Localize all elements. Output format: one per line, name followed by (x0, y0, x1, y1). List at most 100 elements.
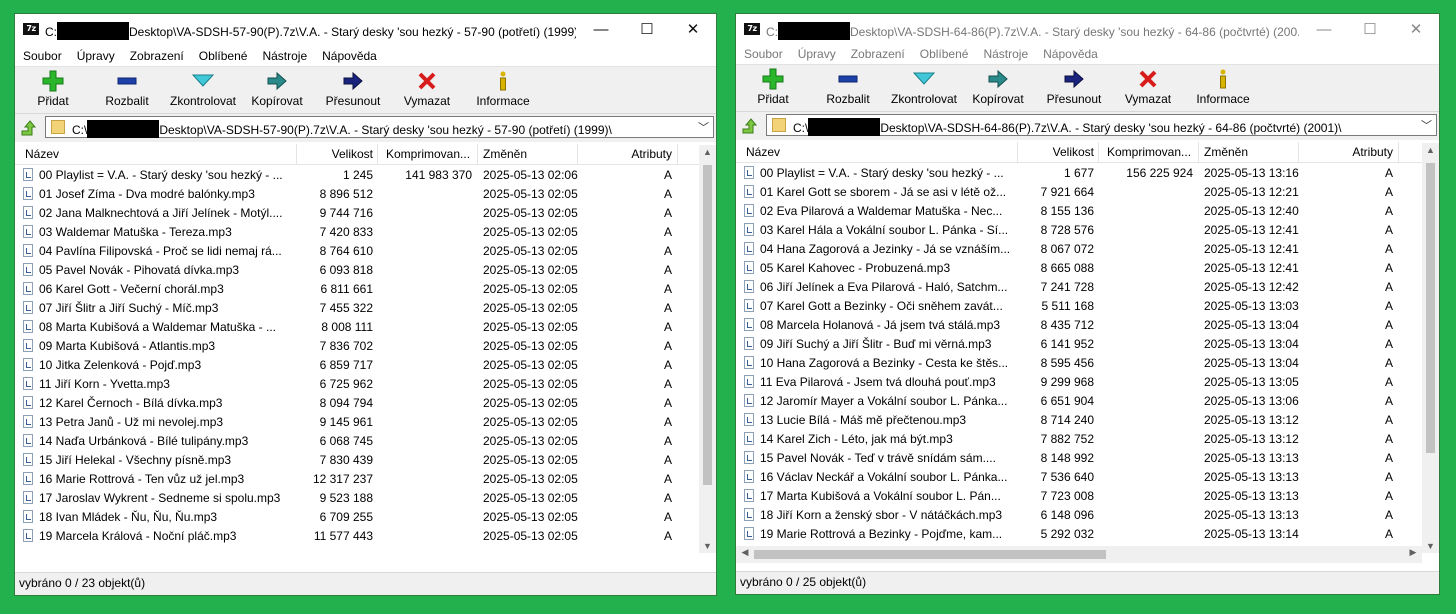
copy-button[interactable]: Kopírovat (958, 67, 1038, 107)
file-row[interactable]: 09 Marta Kubišová - Atlantis.mp3 7 836 70… (15, 337, 699, 356)
file-row[interactable]: 18 Jiří Korn a ženský sbor - V nátáčkách… (736, 506, 1422, 525)
chevron-down-icon[interactable]: ﹀ (1421, 117, 1432, 133)
file-row[interactable]: 12 Karel Černoch - Bílá dívka.mp3 8 094 7… (15, 394, 699, 413)
file-row[interactable]: 10 Hana Zagorová a Bezinky - Cesta ke št… (736, 354, 1422, 373)
scroll-down-icon[interactable]: ▼ (699, 541, 716, 551)
extract-button[interactable]: Rozbalit (87, 69, 167, 109)
file-row[interactable]: 13 Lucie Bílá - Máš mě přečtenou.mp3 8 71… (736, 411, 1422, 430)
minimize-button[interactable]: — (1301, 14, 1347, 44)
copy-button[interactable]: Kopírovat (237, 69, 317, 109)
menu-view[interactable]: Zobrazení (122, 46, 191, 66)
file-row[interactable]: 03 Waldemar Matuška - Tereza.mp3 7 420 83… (15, 223, 699, 242)
file-row[interactable]: 01 Karel Gott se sborem - Já se asi v lé… (736, 183, 1422, 202)
file-row[interactable]: 08 Marcela Holanová - Já jsem tvá stálá.… (736, 316, 1422, 335)
vertical-scrollbar[interactable]: ▲ ▼ (1422, 143, 1439, 553)
close-button[interactable]: ✕ (670, 14, 716, 44)
col-modified[interactable]: Změněn (483, 144, 527, 164)
file-row[interactable]: 01 Josef Zíma - Dva modré balónky.mp3 8 8… (15, 185, 699, 204)
file-row[interactable]: 04 Hana Zagorová a Jezinky - Já se vznáš… (736, 240, 1422, 259)
menu-help[interactable]: Nápověda (314, 46, 384, 66)
info-button[interactable]: Informace (1183, 67, 1263, 107)
add-button[interactable]: Přidat (15, 69, 93, 109)
file-row[interactable]: 04 Pavlína Filipovská - Proč se lidi nem… (15, 242, 699, 261)
col-attributes[interactable]: Atributy (577, 144, 672, 164)
col-packed[interactable]: Komprimovan... (386, 144, 470, 164)
info-button[interactable]: Informace (463, 69, 543, 109)
file-row[interactable]: 14 Karel Zich - Léto, jak má být.mp3 7 88… (736, 430, 1422, 449)
file-row[interactable]: 05 Pavel Novák - Pihovatá dívka.mp3 6 093… (15, 261, 699, 280)
maximize-button[interactable]: ☐ (1347, 14, 1393, 44)
scroll-left-icon[interactable]: ◀ (738, 547, 752, 558)
menu-favorites[interactable]: Oblíbené (912, 44, 976, 64)
maximize-button[interactable]: ☐ (624, 14, 670, 44)
menu-file[interactable]: Soubor (736, 44, 790, 64)
title-bar[interactable]: 7z C: Desktop\VA-SDSH-64-86(P).7z\V.A. - … (736, 14, 1439, 46)
col-name[interactable]: Název (25, 144, 59, 164)
col-packed[interactable]: Komprimovan... (1107, 142, 1191, 162)
move-button[interactable]: Přesunout (313, 69, 393, 109)
file-row[interactable]: 07 Jiří Šlitr a Jiří Suchý - Míč.mp3 7 45… (15, 299, 699, 318)
file-row[interactable]: 18 Ivan Mládek - Ňu, Ňu, Ňu.mp3 6 709 255… (15, 508, 699, 527)
col-size[interactable]: Velikost (1018, 142, 1094, 162)
menu-help[interactable]: Nápověda (1035, 44, 1105, 64)
file-row[interactable]: 09 Jiří Suchý a Jiří Šlitr - Buď mi věrn… (736, 335, 1422, 354)
scroll-thumb[interactable] (754, 550, 1106, 559)
file-row[interactable]: 07 Karel Gott a Bezinky - Oči sněhem zav… (736, 297, 1422, 316)
chevron-down-icon[interactable]: ﹀ (698, 119, 709, 135)
move-button[interactable]: Přesunout (1034, 67, 1114, 107)
folder-up-icon[interactable] (20, 119, 38, 137)
scroll-thumb[interactable] (1426, 163, 1435, 453)
file-row[interactable]: 00 Playlist = V.A. - Starý desky 'sou he… (15, 166, 699, 185)
title-bar[interactable]: 7z C: Desktop\VA-SDSH-57-90(P).7z\V.A. - … (15, 14, 716, 46)
file-row[interactable]: 15 Pavel Novák - Teď v trávě snídám sám.… (736, 449, 1422, 468)
file-row[interactable]: 16 Václav Neckář a Vokální soubor L. Pán… (736, 468, 1422, 487)
test-button[interactable]: Zkontrolovat (884, 67, 964, 107)
path-combobox[interactable]: C:\ Desktop\VA-SDSH-57-90(P).7z\V.A. - St… (45, 116, 714, 138)
menu-edit[interactable]: Úpravy (69, 46, 122, 66)
file-row[interactable]: 15 Jiří Helekal - Všechny písně.mp3 7 830… (15, 451, 699, 470)
col-name[interactable]: Název (746, 142, 780, 162)
file-row[interactable]: 12 Jaromír Mayer a Vokální soubor L. Pán… (736, 392, 1422, 411)
file-row[interactable]: 05 Karel Kahovec - Probuzená.mp3 8 665 08… (736, 259, 1422, 278)
file-row[interactable]: 19 Marcela Králová - Noční pláč.mp3 11 57… (15, 527, 699, 546)
menu-tools[interactable]: Nástroje (254, 46, 314, 66)
path-combobox[interactable]: C:\ Desktop\VA-SDSH-64-86(P).7z\V.A. - St… (766, 114, 1437, 136)
file-row[interactable]: 08 Marta Kubišová a Waldemar Matuška - .… (15, 318, 699, 337)
delete-button[interactable]: Vymazat (1108, 67, 1188, 107)
scroll-right-icon[interactable]: ▶ (1406, 547, 1420, 558)
file-row[interactable]: 17 Marta Kubišová a Vokální soubor L. Pá… (736, 487, 1422, 506)
file-row[interactable]: 10 Jitka Zelenková - Pojď.mp3 6 859 717 20… (15, 356, 699, 375)
file-row[interactable]: 06 Karel Gott - Večerní chorál.mp3 6 811 … (15, 280, 699, 299)
minimize-button[interactable]: — (578, 14, 624, 44)
file-row[interactable]: 19 Marie Rottrová a Bezinky - Pojďme, ka… (736, 525, 1422, 544)
scroll-down-icon[interactable]: ▼ (1422, 541, 1439, 551)
folder-up-icon[interactable] (741, 117, 759, 135)
file-row[interactable]: 11 Eva Pilarová - Jsem tvá dlouhá pouť.m… (736, 373, 1422, 392)
vertical-scrollbar[interactable]: ▲ ▼ (699, 145, 716, 553)
menu-favorites[interactable]: Oblíbené (191, 46, 255, 66)
scroll-thumb[interactable] (703, 165, 712, 485)
horizontal-scrollbar[interactable]: ◀ ▶ (736, 546, 1422, 563)
menu-tools[interactable]: Nástroje (975, 44, 1035, 64)
close-button[interactable]: ✕ (1393, 14, 1439, 44)
col-modified[interactable]: Změněn (1204, 142, 1248, 162)
file-row[interactable]: 11 Jiří Korn - Yvetta.mp3 6 725 962 2025-0… (15, 375, 699, 394)
scroll-up-icon[interactable]: ▲ (699, 147, 716, 157)
extract-button[interactable]: Rozbalit (808, 67, 888, 107)
menu-edit[interactable]: Úpravy (790, 44, 843, 64)
file-row[interactable]: 02 Eva Pilarová a Waldemar Matuška - Nec… (736, 202, 1422, 221)
file-row[interactable]: 00 Playlist = V.A. - Starý desky 'sou he… (736, 164, 1422, 183)
file-row[interactable]: 02 Jana Malknechtová a Jiří Jelínek - Mo… (15, 204, 699, 223)
col-attributes[interactable]: Atributy (1298, 142, 1393, 162)
test-button[interactable]: Zkontrolovat (163, 69, 243, 109)
file-row[interactable]: 16 Marie Rottrová - Ten vůz už jel.mp3 12… (15, 470, 699, 489)
file-row[interactable]: 13 Petra Janů - Už mi nevolej.mp3 9 145 9… (15, 413, 699, 432)
menu-file[interactable]: Soubor (15, 46, 69, 66)
file-row[interactable]: 03 Karel Hála a Vokální soubor L. Pánka … (736, 221, 1422, 240)
file-row[interactable]: 17 Jaroslav Wykrent - Sedneme si spolu.m… (15, 489, 699, 508)
col-size[interactable]: Velikost (297, 144, 373, 164)
add-button[interactable]: Přidat (736, 67, 813, 107)
file-row[interactable]: 06 Jiří Jelínek a Eva Pilarová - Haló, S… (736, 278, 1422, 297)
scroll-up-icon[interactable]: ▲ (1422, 145, 1439, 155)
menu-view[interactable]: Zobrazení (843, 44, 912, 64)
